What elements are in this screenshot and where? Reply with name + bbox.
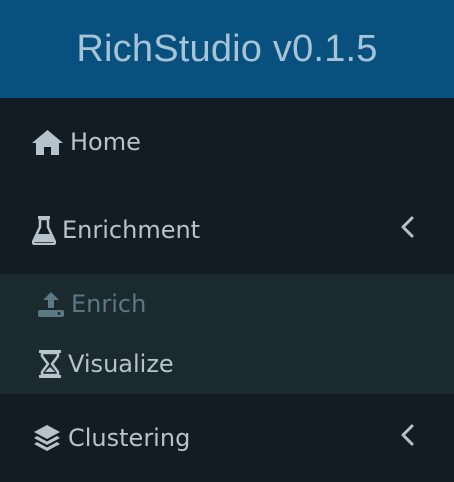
sidebar-item-enrichment[interactable]: Enrichment [0,186,454,274]
app-header: RichStudio v0.1.5 [0,0,454,98]
layers-icon [32,423,62,453]
sidebar-item-label: Clustering [68,424,191,452]
chevron-left-icon[interactable] [400,424,414,452]
flask-icon [32,215,56,245]
submenu-item-enrich[interactable]: Enrich [0,274,454,334]
submenu-item-label: Enrich [71,290,147,318]
upload-icon [37,290,65,318]
app-title: RichStudio v0.1.5 [76,27,378,70]
submenu-item-label: Visualize [68,350,174,378]
submenu-item-visualize[interactable]: Visualize [0,334,454,394]
chevron-left-icon[interactable] [400,216,414,244]
sidebar-item-label: Home [70,128,141,156]
sidebar-item-clustering[interactable]: Clustering [0,394,454,482]
sidebar-item-home[interactable]: Home [0,98,454,186]
sidebar-item-label: Enrichment [62,216,201,244]
hourglass-icon [38,349,62,379]
enrichment-submenu: Enrich Visualize [0,274,454,394]
home-icon [31,128,64,156]
